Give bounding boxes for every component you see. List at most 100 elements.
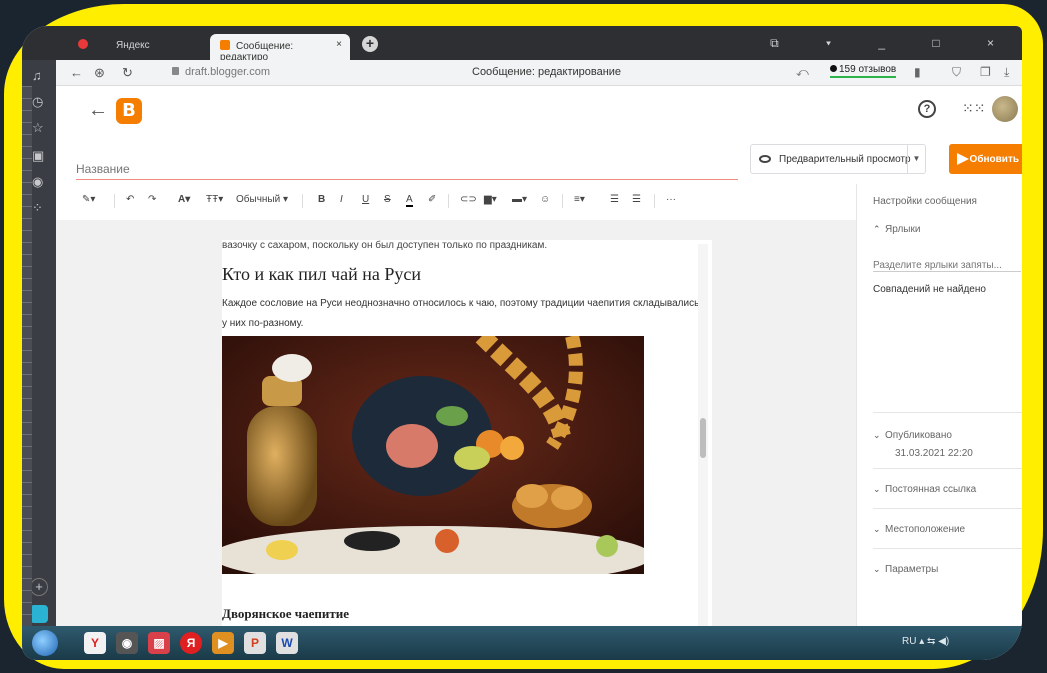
yandex-taskbar-icon[interactable]: Я: [180, 632, 202, 654]
chevron-down-icon[interactable]: ▼: [907, 145, 925, 173]
article-heading: Кто и как пил чай на Руси: [222, 264, 421, 284]
more-options-icon[interactable]: ···: [666, 194, 676, 205]
editor-content[interactable]: вазочку с сахаром, поскольку он был дост…: [222, 240, 712, 626]
new-tab-button[interactable]: +: [362, 36, 378, 52]
underline-icon[interactable]: U: [362, 194, 369, 205]
align-icon[interactable]: ≡▾: [574, 194, 585, 205]
labels-section-toggle[interactable]: ⌃ Ярлыки: [873, 224, 920, 235]
redo-icon[interactable]: ↷: [148, 194, 156, 205]
back-icon[interactable]: ←: [70, 65, 83, 80]
url-field[interactable]: draft.blogger.com: [172, 66, 270, 78]
send-icon: [957, 153, 969, 165]
labels-input[interactable]: [873, 260, 1021, 272]
reload-icon[interactable]: ↻: [122, 65, 133, 81]
avatar[interactable]: [992, 96, 1018, 122]
numbered-list-icon[interactable]: ☰: [610, 194, 619, 205]
chevron-down-icon: ⌄: [873, 524, 881, 534]
no-match-text: Совпадений не найдено: [873, 284, 986, 295]
permalink-section-toggle[interactable]: ⌄ Постоянная ссылка: [873, 484, 976, 495]
post-settings-panel: Настройки сообщения ⌃ Ярлыки Совпадений н…: [856, 184, 1022, 626]
browser-tabbar: Яндекс Сообщение: редактиро × + ⧉ ▾ _ □ …: [22, 26, 1022, 63]
blogger-logo[interactable]: B: [116, 98, 142, 124]
location-section-toggle[interactable]: ⌄ Местоположение: [873, 524, 965, 535]
highlight-icon[interactable]: ✐: [428, 194, 436, 205]
toolbar-divider: [448, 194, 449, 208]
italic-icon[interactable]: I: [340, 194, 343, 205]
preview-label: Предварительный просмотр: [779, 153, 911, 165]
help-icon[interactable]: ?: [918, 100, 936, 118]
published-section-toggle[interactable]: ⌄ Опубликовано: [873, 430, 952, 441]
options-section-toggle[interactable]: ⌄ Параметры: [873, 564, 938, 575]
section-divider: [873, 412, 1022, 413]
tea-still-life-illustration: [222, 336, 644, 574]
reviews-badge[interactable]: 159 отзывов: [830, 64, 897, 78]
player-taskbar-icon[interactable]: ▶: [212, 632, 234, 654]
system-tray[interactable]: RU ▴ ⇆ ◀): [902, 636, 949, 647]
undo-icon[interactable]: ↶: [126, 194, 134, 205]
services-icon[interactable]: ⁘: [32, 200, 43, 216]
pen-mode-icon[interactable]: ✎▾: [82, 194, 95, 205]
close-tab-icon[interactable]: ×: [336, 39, 342, 50]
update-button[interactable]: Обновить: [949, 144, 1022, 174]
word-taskbar-icon[interactable]: W: [276, 632, 298, 654]
format-style-dropdown[interactable]: Обычный ▾: [236, 194, 288, 205]
article-image[interactable]: [222, 336, 644, 574]
section-divider: [873, 548, 1022, 549]
powerpoint-taskbar-icon[interactable]: P: [244, 632, 266, 654]
tab-yandex[interactable]: Яндекс: [106, 34, 206, 60]
bulleted-list-icon[interactable]: ☰: [632, 194, 641, 205]
ruler-strip: [22, 86, 32, 626]
link-icon[interactable]: ⊂⊃: [460, 194, 477, 205]
history-icon[interactable]: ◷: [32, 94, 43, 110]
video-icon[interactable]: ▬▾: [512, 194, 527, 205]
strikethrough-icon[interactable]: S: [384, 194, 391, 205]
font-size-icon[interactable]: ŦŦ▾: [206, 194, 223, 205]
yandex-protect-icon[interactable]: ⊛: [94, 65, 105, 81]
editor-scroll-thumb[interactable]: [700, 418, 706, 458]
paint-taskbar-icon[interactable]: ▨: [148, 632, 170, 654]
post-title-input[interactable]: [76, 158, 738, 180]
toolbar-divider: [654, 194, 655, 208]
windows-taskbar: Y ◉ ▨ Я ▶ P W RU ▴ ⇆ ◀): [22, 626, 1022, 660]
format-style-label: Обычный: [236, 194, 281, 205]
bookmark-icon[interactable]: ▮: [914, 65, 921, 79]
yandex-menu-icon[interactable]: [78, 39, 88, 49]
favorites-icon[interactable]: ☆: [32, 120, 44, 136]
blogger-favicon-icon: [220, 40, 230, 50]
font-icon[interactable]: A▾: [178, 194, 190, 205]
add-panel-icon[interactable]: +: [30, 578, 48, 596]
translate-icon[interactable]: ⤺: [796, 65, 809, 80]
image-icon[interactable]: ▆▾: [484, 194, 497, 205]
post-title-row: Предварительный просмотр ▼ Обновить: [56, 136, 1022, 184]
permalink-label: Постоянная ссылка: [885, 484, 977, 495]
shield-icon[interactable]: ⛉: [952, 65, 961, 80]
emoji-icon[interactable]: ☺: [540, 194, 550, 205]
back-to-posts-icon[interactable]: ←: [88, 99, 108, 122]
lock-icon: [172, 67, 179, 75]
yandex-browser-taskbar-icon[interactable]: Y: [84, 632, 106, 654]
messenger-app-icon[interactable]: [30, 605, 48, 623]
preview-button[interactable]: Предварительный просмотр ▼: [750, 144, 926, 174]
apps-grid-icon[interactable]: ⁙⁙: [962, 100, 985, 117]
options-label: Параметры: [885, 564, 939, 575]
eye-icon: [759, 155, 771, 163]
notifications-icon[interactable]: ♫: [32, 68, 42, 83]
window-controls[interactable]: ⧉ ▾ _ □ ×: [770, 36, 1016, 51]
toolbar-divider: [562, 194, 563, 208]
tab-blogger-edit[interactable]: Сообщение: редактиро ×: [210, 34, 350, 63]
tray-icons: ▴ ⇆ ◀): [919, 636, 950, 647]
chevron-down-icon: ⌄: [873, 564, 881, 574]
extensions-icon[interactable]: ❐: [980, 65, 991, 79]
media-taskbar-icon[interactable]: ◉: [116, 632, 138, 654]
url-text: draft.blogger.com: [185, 66, 270, 78]
media-icon[interactable]: ◉: [32, 174, 43, 190]
section-divider: [873, 468, 1022, 469]
bold-icon[interactable]: B: [318, 194, 325, 205]
article-subheading: Дворянское чаепитие: [222, 606, 349, 621]
text-color-icon[interactable]: A: [406, 194, 413, 207]
published-label: Опубликовано: [885, 430, 952, 441]
page-title: Сообщение: редактирование: [472, 66, 622, 78]
download-icon[interactable]: ⤓: [1004, 65, 1009, 80]
collections-icon[interactable]: ▣: [32, 148, 44, 164]
windows-start-icon[interactable]: [32, 630, 58, 656]
